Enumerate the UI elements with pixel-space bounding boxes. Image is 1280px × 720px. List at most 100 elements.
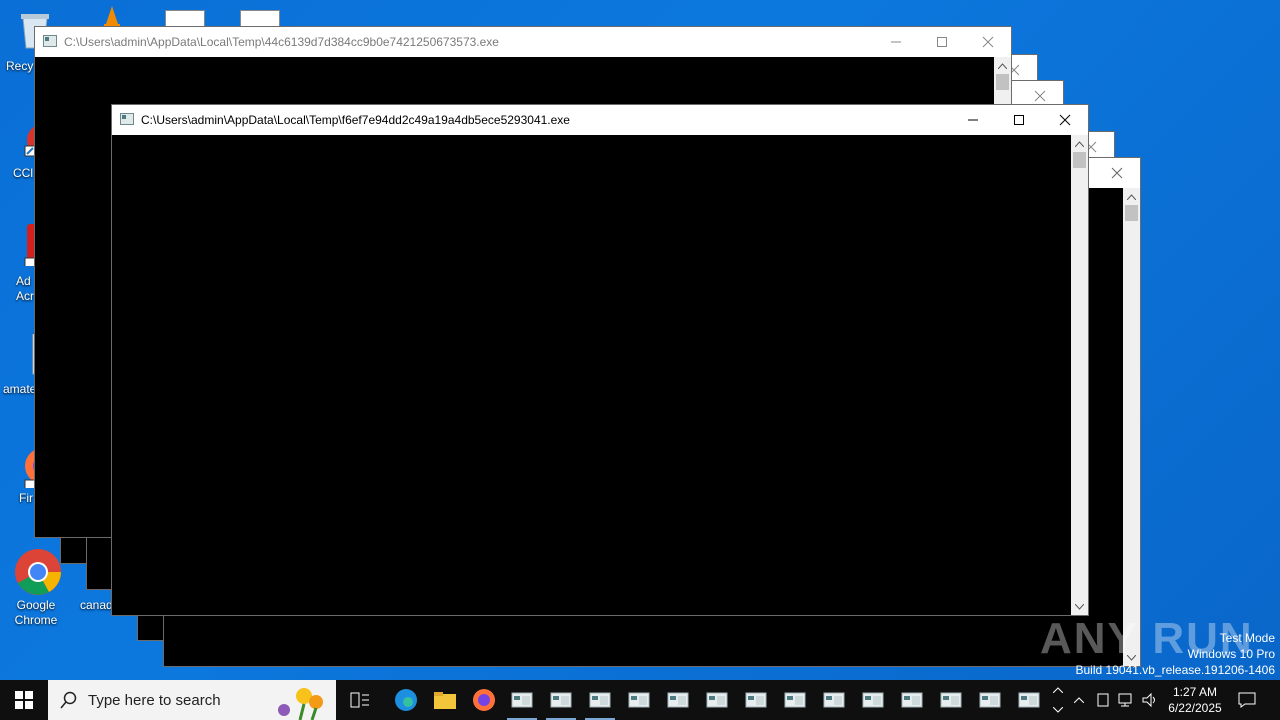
console-window-icon <box>784 692 806 708</box>
search-highlight-flowers-icon <box>278 688 323 720</box>
tray-network[interactable] <box>1116 680 1136 720</box>
console-window-icon <box>862 692 884 708</box>
search-icon <box>60 691 77 709</box>
console-window-icon <box>979 692 1001 708</box>
taskbar-console-window-button[interactable] <box>737 680 775 720</box>
vlc-cone-icon <box>100 4 124 28</box>
desktop-icon-label: amate <box>3 382 37 396</box>
maximize-button[interactable] <box>996 105 1042 135</box>
desktop-icon-label: Google Chrome <box>14 598 58 627</box>
taskbar-scroll-buttons[interactable] <box>1050 680 1066 720</box>
taskbar-console-window-button[interactable] <box>620 680 658 720</box>
console-output-area[interactable] <box>112 135 1071 615</box>
scroll-up-arrow[interactable] <box>994 57 1011 74</box>
window-titlebar[interactable]: C:\Users\admin\AppData\Local\Temp\44c613… <box>35 27 1011 57</box>
taskbar-console-window-button[interactable] <box>698 680 736 720</box>
taskbar-console-window-button[interactable] <box>893 680 931 720</box>
close-button[interactable] <box>1042 105 1088 135</box>
scroll-thumb[interactable] <box>996 74 1009 90</box>
vertical-scrollbar[interactable] <box>1071 135 1088 615</box>
maximize-icon <box>1014 115 1024 125</box>
taskbar-edge[interactable] <box>386 680 426 720</box>
close-button[interactable] <box>1094 158 1140 188</box>
taskbar-console-window-button[interactable] <box>659 680 697 720</box>
desktop-icon-canad-label[interactable]: canad <box>80 598 113 612</box>
taskbar-console-window-button[interactable] <box>503 680 541 720</box>
task-view-button[interactable] <box>340 680 380 720</box>
console-window-icon <box>628 692 650 708</box>
desktop-icon-label: Recy <box>6 59 34 73</box>
maximize-icon <box>937 37 947 47</box>
minimize-icon <box>891 41 901 43</box>
chrome-icon <box>14 548 61 595</box>
taskbar-firefox[interactable] <box>464 680 504 720</box>
console-window-icon <box>745 692 767 708</box>
taskbar-console-window-button[interactable] <box>971 680 1009 720</box>
taskbar-console-window-button[interactable] <box>854 680 892 720</box>
minimize-icon <box>968 119 978 121</box>
show-hidden-icons-button[interactable] <box>1070 680 1088 720</box>
scroll-thumb[interactable] <box>1073 152 1086 168</box>
build-text: Build 19041.vb_release.191206-1406 <box>1075 663 1276 677</box>
console-window-icon <box>550 692 572 708</box>
console-app-icon <box>43 35 57 47</box>
close-button[interactable] <box>965 27 1011 57</box>
taskbar-console-window-button[interactable] <box>776 680 814 720</box>
desktop-icon-label: CCl <box>13 166 33 180</box>
device-icon <box>1097 693 1109 707</box>
console-window-icon <box>706 692 728 708</box>
scroll-thumb[interactable] <box>1125 205 1138 221</box>
taskbar-console-window-button[interactable] <box>932 680 970 720</box>
scroll-up-arrow[interactable] <box>1123 188 1140 205</box>
notification-icon <box>1238 692 1256 708</box>
console-window-icon <box>1018 692 1040 708</box>
start-button[interactable] <box>0 680 48 720</box>
clock-time: 1:27 AM <box>1172 685 1218 699</box>
vertical-scrollbar[interactable] <box>1123 188 1140 666</box>
taskbar-console-window-button[interactable] <box>542 680 580 720</box>
console-app-icon <box>120 113 134 125</box>
close-icon <box>1111 167 1123 179</box>
console-window-icon <box>901 692 923 708</box>
tray-volume[interactable] <box>1140 680 1160 720</box>
windows-logo-icon <box>15 691 33 709</box>
chevron-up-icon <box>1053 687 1063 693</box>
console-window-icon <box>511 692 533 708</box>
clock[interactable]: 1:27 AM 6/22/2025 <box>1162 684 1228 716</box>
chevron-up-icon <box>1074 697 1084 703</box>
scroll-down-arrow[interactable] <box>1071 598 1088 615</box>
edge-icon <box>395 689 417 711</box>
console-window-icon <box>667 692 689 708</box>
taskbar: Type here to search 1:27 AM 6/22/2025 <box>0 680 1280 720</box>
taskbar-console-window-button[interactable] <box>1010 680 1048 720</box>
console-window-icon <box>589 692 611 708</box>
search-box[interactable]: Type here to search <box>48 680 336 720</box>
test-mode-watermark: Test Mode Windows 10 Pro Build 19041.vb_… <box>1076 630 1276 678</box>
window-titlebar[interactable]: C:\Users\admin\AppData\Local\Temp\f6ef7e… <box>112 105 1088 135</box>
console-window-front[interactable]: C:\Users\admin\AppData\Local\Temp\f6ef7e… <box>111 104 1089 616</box>
windows-edition-text: Windows 10 Pro <box>1187 647 1275 661</box>
close-icon <box>1059 114 1071 126</box>
folder-icon <box>434 692 456 709</box>
scroll-up-arrow[interactable] <box>1071 135 1088 152</box>
task-view-icon <box>350 692 369 708</box>
desktop-icon-label: Ad Acr <box>16 274 34 303</box>
taskbar-console-window-button[interactable] <box>581 680 619 720</box>
minimize-button[interactable] <box>950 105 996 135</box>
desktop-icon-label: Fir <box>19 491 33 505</box>
close-icon <box>982 36 994 48</box>
window-title: C:\Users\admin\AppData\Local\Temp\44c613… <box>64 35 499 49</box>
taskbar-file-explorer[interactable] <box>425 680 465 720</box>
speaker-icon <box>1142 692 1155 708</box>
taskbar-console-window-button[interactable] <box>815 680 853 720</box>
maximize-button[interactable] <box>919 27 965 57</box>
search-placeholder: Type here to search <box>88 692 221 709</box>
notification-center-button[interactable] <box>1232 680 1262 720</box>
firefox-icon <box>473 689 495 711</box>
test-mode-text: Test Mode <box>1219 631 1275 645</box>
tray-network-alt[interactable] <box>1094 680 1112 720</box>
minimize-button[interactable] <box>873 27 919 57</box>
chevron-down-icon <box>1053 707 1063 713</box>
network-icon <box>1118 693 1132 707</box>
console-window-icon <box>823 692 845 708</box>
